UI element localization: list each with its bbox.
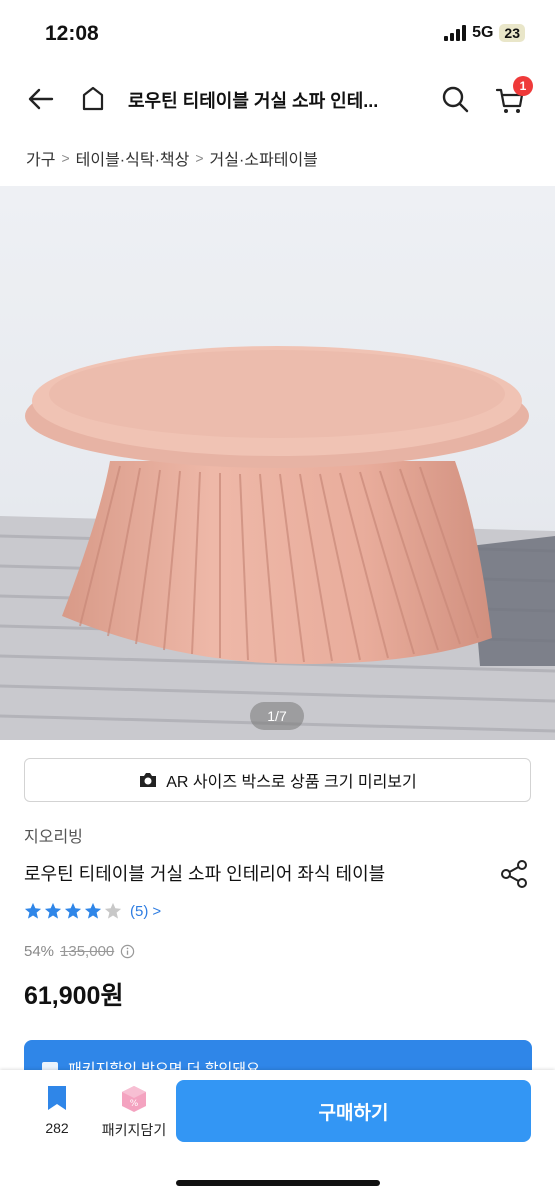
breadcrumb-item[interactable]: 가구 xyxy=(26,146,55,170)
review-count[interactable]: (5) xyxy=(130,903,148,920)
breadcrumb: 가구 > 테이블·식탁·책상 > 거실·소파테이블 xyxy=(26,146,318,170)
signal-icon xyxy=(444,25,467,41)
ar-preview-button[interactable]: AR 사이즈 박스로 상품 크기 미리보기 xyxy=(24,758,531,802)
star-filled-icon xyxy=(24,902,42,919)
discount-rate: 54% xyxy=(24,943,55,960)
back-arrow-icon[interactable] xyxy=(26,84,56,114)
ar-preview-label: AR 사이즈 박스로 상품 크기 미리보기 xyxy=(166,774,417,791)
cart-count-badge: 1 xyxy=(513,76,533,96)
star-filled-icon xyxy=(84,902,102,919)
original-price: 135,000 xyxy=(60,943,115,960)
info-icon[interactable] xyxy=(120,944,135,959)
brand-name[interactable]: 지오리빙 xyxy=(24,823,83,847)
svg-text:%: % xyxy=(130,1099,139,1109)
camera-icon xyxy=(140,773,157,787)
breadcrumb-item[interactable]: 테이블·식탁·책상 xyxy=(76,146,190,170)
star-filled-icon xyxy=(44,902,62,919)
bookmark-icon xyxy=(48,1086,66,1110)
status-time: 12:08 xyxy=(45,22,99,45)
status-bar: 12:08 5G 23 xyxy=(0,0,555,70)
coffee-table-photo xyxy=(0,346,555,740)
top-nav: 로우틴 티테이블 거실 소파 인테... xyxy=(0,72,555,126)
header-title: 로우틴 티테이블 거실 소파 인테... xyxy=(128,91,379,111)
bookmark-count: 282 xyxy=(45,1120,69,1136)
product-image[interactable] xyxy=(0,186,555,740)
product-title: 로우틴 티테이블 거실 소파 인테리어 좌식 테이블 xyxy=(24,864,386,884)
chevron-right-icon: > xyxy=(195,150,204,166)
search-icon[interactable] xyxy=(440,84,470,114)
package-box-icon: % xyxy=(122,1086,146,1112)
battery-icon: 23 xyxy=(499,24,525,42)
breadcrumb-item[interactable]: 거실·소파테이블 xyxy=(210,146,318,170)
home-icon[interactable] xyxy=(78,84,108,114)
package-add-button[interactable]: % 패키지담기 xyxy=(98,1084,170,1140)
home-indicator xyxy=(176,1180,380,1186)
discount-row: 54% 135,000 xyxy=(24,943,135,960)
chevron-right-icon: > xyxy=(61,150,70,166)
bookmark-button[interactable]: 282 xyxy=(30,1084,84,1136)
star-empty-icon xyxy=(104,902,122,919)
bottom-action-bar: 282 % 패키지담기 구매하기 xyxy=(0,1070,555,1200)
network-type: 5G xyxy=(472,24,494,41)
sale-price: 61,900원 xyxy=(24,982,124,1010)
buy-button[interactable]: 구매하기 xyxy=(176,1080,531,1142)
chevron-right-icon: > xyxy=(152,902,162,920)
image-page-indicator: 1/7 xyxy=(250,702,304,730)
share-icon[interactable] xyxy=(498,858,530,890)
status-indicators: 5G 23 xyxy=(444,24,525,42)
rating-row[interactable]: (5) > xyxy=(24,902,161,920)
star-filled-icon xyxy=(64,902,82,919)
package-add-label: 패키지담기 xyxy=(101,1122,167,1138)
